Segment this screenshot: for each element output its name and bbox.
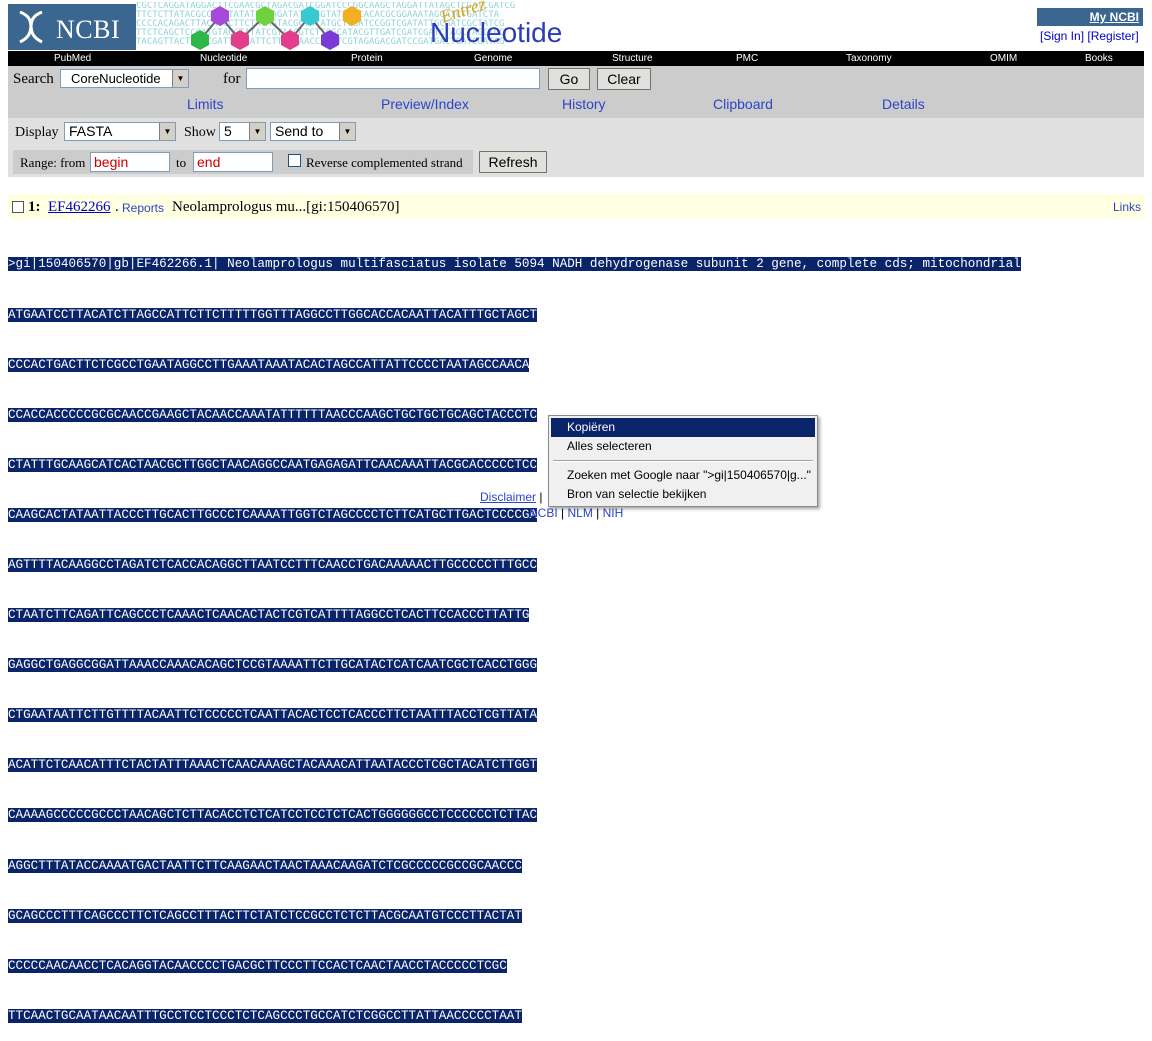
nav-nucleotide[interactable]: Nucleotide <box>200 52 247 65</box>
menu-item-copy[interactable]: Kopiëren <box>551 418 815 437</box>
fasta-line: CCCCCAACAACCTCACAGGTACAACCCCTGACGCTTCCCT… <box>8 958 507 973</box>
format-select[interactable]: FASTA ▼ <box>64 122 176 141</box>
reports-link[interactable]: Reports <box>122 201 164 215</box>
menu-item-google-search[interactable]: Zoeken met Google naar ">gi|150406570|g.… <box>551 466 815 485</box>
fasta-line: CTATTTGCAAGCATCACTAACGCTTGGCTAACAGGCCAAT… <box>8 457 538 472</box>
range-to-input[interactable]: end <box>193 152 273 172</box>
show-label: Show <box>184 125 216 140</box>
fasta-line: ACATTCTCAACATTTCTACTATTTAAACTCAACAAAGCTA… <box>8 758 538 773</box>
menu-item-view-source[interactable]: Bron van selectie bekijken <box>551 485 815 504</box>
footer-separator: | <box>561 506 565 520</box>
menu-item-select-all[interactable]: Alles selecteren <box>551 437 815 456</box>
account-links: [Sign In] [Register] <box>1040 29 1139 43</box>
database-title: Nucleotide <box>430 17 563 48</box>
sign-in-link[interactable]: [Sign In] <box>1040 29 1084 43</box>
fasta-line: TTCAACTGCAATAACAATTTGCCTCCTCCCTCTCAGCCCT… <box>8 1008 522 1023</box>
hexagon-graphic <box>191 6 361 50</box>
fasta-line: CAAGCACTATAATTACCCTTGCACTTGCCCTCAAAATTGG… <box>8 507 538 522</box>
fasta-line: CTGAATAATTCTTGTTTTACAATTCTCCCCCTCAATTACA… <box>8 708 538 723</box>
tab-history[interactable]: History <box>562 96 606 112</box>
nav-pubmed[interactable]: PubMed <box>54 52 91 65</box>
nav-omim[interactable]: OMIM <box>990 52 1017 65</box>
chevron-down-icon[interactable]: ▼ <box>339 123 355 140</box>
database-nav-bar: PubMed Nucleotide Protein Genome Structu… <box>8 51 1144 66</box>
nav-pmc[interactable]: PMC <box>736 52 758 65</box>
nav-genome[interactable]: Genome <box>474 52 512 65</box>
for-label: for <box>223 71 241 87</box>
send-to-select[interactable]: Send to ▼ <box>270 122 356 141</box>
fasta-line: CAAAAGCCCCCGCCCTAACAGCTCTTACACCTCTCATCCT… <box>8 808 538 823</box>
nav-structure[interactable]: Structure <box>612 52 653 65</box>
clear-button[interactable]: Clear <box>597 68 651 90</box>
range-from-input[interactable]: begin <box>90 152 170 172</box>
myncbi-link[interactable]: My NCBI <box>1037 8 1143 26</box>
links-link[interactable]: Links <box>1113 200 1141 214</box>
fasta-line: CCACCACCCCCGCGCAACCGAAGCTACAACCAAATATTTT… <box>8 407 538 422</box>
go-button[interactable]: Go <box>548 68 590 90</box>
chevron-down-icon[interactable]: ▼ <box>159 123 175 140</box>
record-accession-link[interactable]: EF462266 <box>48 199 111 216</box>
fasta-line: GAGGCTGAGGCGGATTAAACCAAACACAGCTCCGTAAAAT… <box>8 658 538 673</box>
tab-clipboard[interactable]: Clipboard <box>713 96 773 112</box>
menu-separator <box>553 460 813 462</box>
tab-details[interactable]: Details <box>882 96 925 112</box>
chevron-down-icon[interactable]: ▼ <box>249 123 265 140</box>
range-to-label: to <box>176 155 187 170</box>
record-dot: . <box>115 199 119 215</box>
fasta-sequence[interactable]: >gi|150406570|gb|EF462266.1| Neolamprolo… <box>8 223 1021 1041</box>
footer-ncbi-link[interactable]: NCBI <box>529 506 558 520</box>
footer-separator: | <box>539 490 543 504</box>
display-label: Display <box>15 125 59 140</box>
tab-preview-index[interactable]: Preview/Index <box>381 96 469 112</box>
format-select-value: FASTA <box>69 123 113 139</box>
nav-taxonomy[interactable]: Taxonomy <box>846 52 892 65</box>
dna-helix-icon <box>19 10 43 44</box>
fasta-line: CTAATCTTCAGATTCAGCCCTCAAACTCAACACTACTCGT… <box>8 608 530 623</box>
fasta-line: AGGCTTTATACCAAAATGACTAATTCTTCAAGAACTAACT… <box>8 858 522 873</box>
search-label: Search <box>13 71 54 87</box>
footer-links: NCBI | NLM | NIH <box>529 506 623 520</box>
refresh-button[interactable]: Refresh <box>479 151 547 173</box>
fasta-line: >gi|150406570|gb|EF462266.1| Neolamprolo… <box>8 257 1021 272</box>
nav-books[interactable]: Books <box>1085 52 1113 65</box>
fasta-line: CCCACTGACTTCTCGCCTGAATAGGCCTTGAAATAAATAC… <box>8 357 530 372</box>
database-select[interactable]: CoreNucleotide ▼ <box>60 69 189 88</box>
record-title: Neolamprologus mu...[gi:150406570] <box>172 199 400 215</box>
reverse-strand-checkbox[interactable] <box>288 154 301 167</box>
footer-nlm-link[interactable]: NLM <box>567 506 592 520</box>
record-number: 1: <box>28 199 41 215</box>
logo-text: NCBI <box>56 15 121 44</box>
tab-limits[interactable]: Limits <box>187 96 224 112</box>
footer-separator: | <box>596 506 600 520</box>
fasta-line: ATGAATCCTTACATCTTAGCCATTCTTCTTTTTGGTTTAG… <box>8 307 538 322</box>
footer-nih-link[interactable]: NIH <box>603 506 624 520</box>
nav-protein[interactable]: Protein <box>351 52 383 65</box>
reverse-strand-label: Reverse complemented strand <box>306 155 463 170</box>
database-select-value: CoreNucleotide <box>71 71 161 86</box>
record-select-checkbox[interactable] <box>12 201 24 213</box>
search-input[interactable] <box>246 68 540 89</box>
disclaimer-link[interactable]: Disclaimer <box>480 490 536 504</box>
fasta-line: AGTTTTACAAGGCCTAGATCTCACCACAGGCTTAATCCTT… <box>8 557 538 572</box>
context-menu: Kopiëren Alles selecteren Zoeken met Goo… <box>548 415 818 507</box>
range-from-label: Range: from <box>20 155 86 170</box>
show-count-value: 5 <box>224 123 232 139</box>
register-link[interactable]: [Register] <box>1087 29 1138 43</box>
chevron-down-icon[interactable]: ▼ <box>172 70 188 87</box>
footer-top: Disclaimer | <box>480 490 542 504</box>
fasta-line: GCAGCCCTTTCAGCCCTTCTCAGCCTTTACTTCTATCTCC… <box>8 908 522 923</box>
show-count-select[interactable]: 5 ▼ <box>219 122 266 141</box>
send-to-value: Send to <box>275 123 324 139</box>
